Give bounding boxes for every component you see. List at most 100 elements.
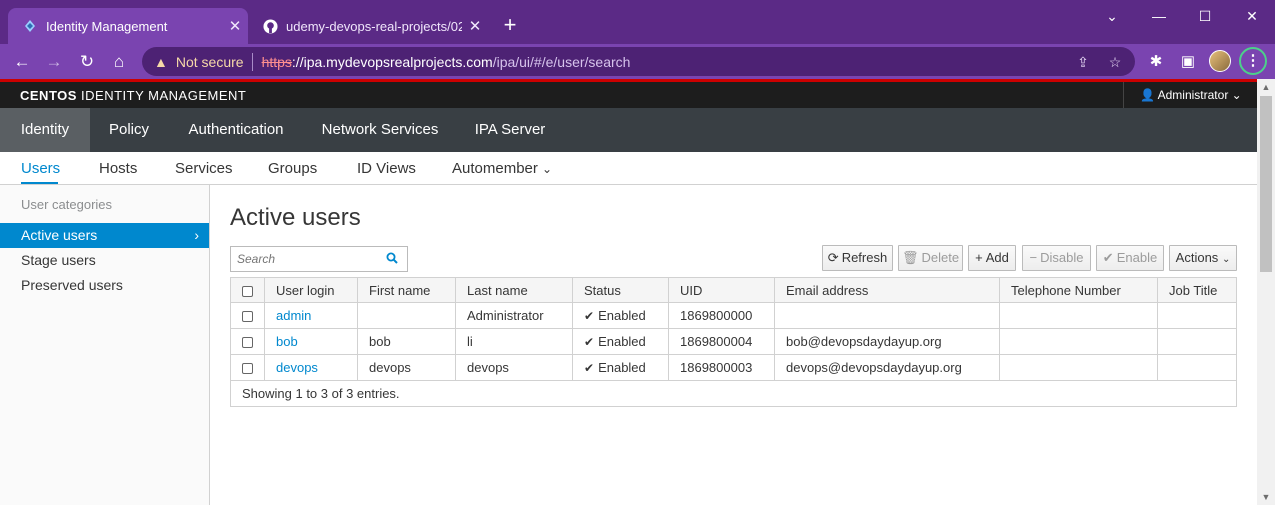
tab-groups[interactable]: Groups (268, 160, 317, 177)
scrollbar-thumb[interactable] (1260, 96, 1272, 272)
scroll-down-arrow-icon[interactable]: ▼ (1257, 489, 1275, 505)
plus-icon: + (975, 250, 983, 265)
row-checkbox[interactable] (242, 311, 253, 323)
user-login-link[interactable]: bob (276, 334, 298, 349)
nav-policy[interactable]: Policy (90, 108, 168, 152)
warning-triangle-icon: ▲ (154, 53, 168, 70)
nav-network-services[interactable]: Network Services (304, 108, 456, 152)
column-header-uid[interactable]: UID (668, 277, 775, 303)
cell-uid: 1869800000 (668, 302, 775, 329)
not-secure-label[interactable]: Not secure (176, 54, 244, 70)
search-input[interactable] (231, 248, 381, 270)
close-tab-icon[interactable]: ✕ (222, 17, 248, 35)
disable-label: Disable (1040, 250, 1084, 265)
tab-services[interactable]: Services (175, 160, 233, 177)
close-window-button[interactable]: ✕ (1229, 4, 1275, 28)
cell-job-title (1157, 328, 1237, 355)
profile-avatar[interactable] (1209, 50, 1231, 72)
sidebar-item-active-users[interactable]: Active users › (0, 223, 209, 248)
tab-hosts[interactable]: Hosts (99, 160, 137, 177)
tab-users[interactable]: Users (21, 160, 60, 177)
refresh-button[interactable]: ⟳ Refresh (822, 245, 893, 271)
refresh-label: Refresh (841, 250, 888, 265)
cell-status: ✔ Enabled (572, 302, 669, 329)
cell-uid: 1869800004 (668, 328, 775, 355)
actions-label: Actions (1175, 250, 1219, 265)
cell-login: bob (264, 328, 358, 355)
nav-ipa-server[interactable]: IPA Server (456, 108, 564, 152)
url-path: /ipa/ui/#/e/user/search (492, 53, 631, 70)
bookmark-star-icon[interactable]: ☆ (1104, 51, 1126, 73)
chevron-down-icon: ⌄ (1221, 254, 1231, 265)
row-select-cell (230, 328, 265, 355)
reload-icon[interactable]: ↻ (73, 48, 101, 76)
column-header-user-login[interactable]: User login (264, 277, 358, 303)
sidebar: User categories Active users › Stage use… (0, 185, 210, 505)
disable-button[interactable]: − Disable (1022, 245, 1091, 271)
nav-authentication[interactable]: Authentication (168, 108, 304, 152)
row-checkbox[interactable] (242, 337, 253, 349)
brand-rest: IDENTITY MANAGEMENT (76, 88, 247, 103)
tab-automember-label: Automember (452, 160, 538, 177)
page-scrollbar[interactable]: ▲ ▼ (1257, 79, 1275, 505)
column-header-email[interactable]: Email address (774, 277, 1000, 303)
search-icon[interactable] (381, 252, 403, 267)
minimize-button[interactable]: — (1136, 4, 1182, 28)
column-header-last-name[interactable]: Last name (455, 277, 573, 303)
user-login-link[interactable]: devops (276, 360, 318, 375)
row-select-cell (230, 354, 265, 381)
sidebar-item-label: Active users (21, 227, 98, 243)
sidebar-item-stage-users[interactable]: Stage users (0, 248, 209, 273)
brand-logo: CENTOS IDENTITY MANAGEMENT (20, 88, 246, 103)
column-header-telephone[interactable]: Telephone Number (999, 277, 1158, 303)
close-tab-icon[interactable]: ✕ (462, 17, 488, 35)
user-menu[interactable]: 👤 Administrator ⌄ (1123, 82, 1257, 108)
share-icon[interactable]: ⇪ (1072, 51, 1094, 73)
forward-arrow-icon[interactable]: → (40, 48, 68, 76)
tab-search-chevron-icon[interactable]: ⌄ (1089, 4, 1135, 28)
column-header-status[interactable]: Status (572, 277, 669, 303)
column-header-first-name[interactable]: First name (357, 277, 456, 303)
scroll-up-arrow-icon[interactable]: ▲ (1257, 79, 1275, 95)
tab-title: Identity Management (46, 18, 168, 34)
browser-toolbar: ← → ↻ ⌂ ▲ Not secure https ://ipa.mydevo… (0, 44, 1275, 79)
row-select-cell (230, 302, 265, 329)
enable-button[interactable]: ✔ Enable (1096, 245, 1164, 271)
table-row: bob bob li ✔ Enabled 1869800004 bob@devop… (230, 328, 1237, 355)
new-tab-button[interactable]: + (497, 13, 523, 39)
home-icon[interactable]: ⌂ (105, 48, 133, 76)
cell-login: admin (264, 302, 358, 329)
select-all-checkbox[interactable] (242, 285, 253, 297)
actions-dropdown[interactable]: Actions ⌄ (1169, 245, 1237, 271)
side-panel-icon[interactable]: ▣ (1176, 50, 1200, 74)
url-host: ://ipa.mydevopsrealprojects.com (291, 53, 493, 70)
brand-bold: CENTOS (20, 88, 77, 103)
tab-automember[interactable]: Automember ⌄ (452, 160, 552, 177)
sidebar-item-preserved-users[interactable]: Preserved users (0, 273, 209, 298)
cell-email (774, 302, 1000, 329)
maximize-button[interactable]: ☐ (1182, 4, 1228, 28)
check-icon: ✔ (584, 361, 595, 375)
check-icon: ✔ (584, 335, 595, 349)
cell-first-name: devops (357, 354, 456, 381)
address-bar[interactable]: ▲ Not secure https ://ipa.mydevopsrealpr… (142, 47, 1135, 76)
browser-tab-github[interactable]: udemy-devops-real-projects/02_ ✕ (248, 8, 488, 44)
status-text: Enabled (598, 334, 646, 349)
cell-last-name: Administrator (455, 302, 573, 329)
browser-tab-strip: Identity Management ✕ udemy-devops-real-… (0, 0, 1275, 44)
delete-button[interactable]: 🗑 Delete (898, 245, 963, 271)
column-header-job-title[interactable]: Job Title (1157, 277, 1237, 303)
tab-id-views[interactable]: ID Views (357, 160, 416, 177)
back-arrow-icon[interactable]: ← (8, 48, 36, 76)
user-login-link[interactable]: admin (276, 308, 311, 323)
check-icon: ✔ (584, 309, 595, 323)
status-text: Enabled (598, 360, 646, 375)
select-all-header (230, 277, 265, 303)
browser-menu-icon[interactable]: ⋮ (1239, 47, 1267, 75)
row-checkbox[interactable] (242, 363, 253, 375)
nav-identity[interactable]: Identity (0, 108, 90, 152)
primary-nav: Identity Policy Authentication Network S… (0, 108, 1257, 152)
browser-tab-identity-management[interactable]: Identity Management ✕ (8, 8, 248, 44)
extensions-puzzle-icon[interactable]: ✱ (1144, 50, 1168, 74)
add-button[interactable]: + Add (968, 245, 1016, 271)
